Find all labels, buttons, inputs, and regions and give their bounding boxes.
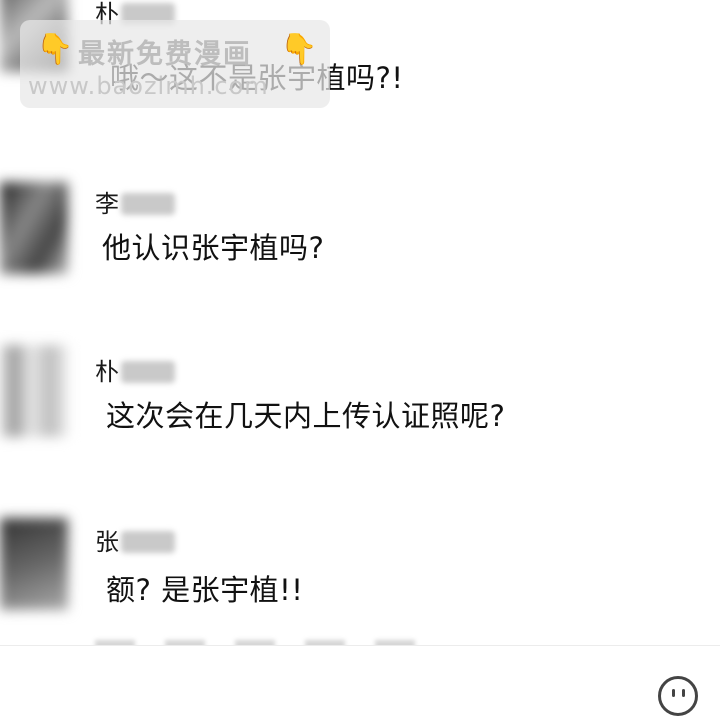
- sender-name-visible: 张: [95, 528, 119, 556]
- chat-message: 李 他认识张宇植吗?: [0, 172, 720, 292]
- chat-input-bar: [0, 645, 720, 716]
- chat-message: 张 额? 是张宇植!!: [0, 510, 720, 630]
- watermark-url: www.baozimh.com: [28, 72, 269, 100]
- sender-name-blurred: [121, 193, 175, 215]
- message-text[interactable]: 这次会在几天内上传认证照呢?: [106, 393, 505, 435]
- message-text[interactable]: 他认识张宇植吗?: [102, 225, 324, 267]
- pointing-down-hand-icon: 👇: [280, 32, 318, 67]
- sender-name-blurred: [121, 361, 175, 383]
- watermark-banner: 👇 最新免费漫画 👇 www.baozimh.com: [20, 20, 330, 108]
- sender-avatar[interactable]: [0, 345, 68, 437]
- sender-name: 李: [95, 190, 175, 218]
- sender-name: 朴: [95, 358, 175, 386]
- sender-name-visible: 李: [95, 190, 119, 218]
- chat-message: 朴 这次会在几天内上传认证照呢?: [0, 340, 720, 460]
- emoji-eye-left: [672, 689, 675, 697]
- sender-name-blurred: [121, 531, 175, 553]
- sender-avatar[interactable]: [0, 182, 68, 274]
- message-text[interactable]: 额? 是张宇植!!: [106, 567, 303, 609]
- sender-avatar[interactable]: [0, 518, 68, 610]
- sender-name: 张: [95, 528, 175, 556]
- emoji-face-icon[interactable]: [658, 676, 698, 716]
- sender-name-visible: 朴: [95, 358, 119, 386]
- pointing-down-hand-icon: 👇: [36, 32, 74, 67]
- emoji-eye-right: [682, 689, 685, 697]
- watermark-title: 最新免费漫画: [78, 39, 252, 70]
